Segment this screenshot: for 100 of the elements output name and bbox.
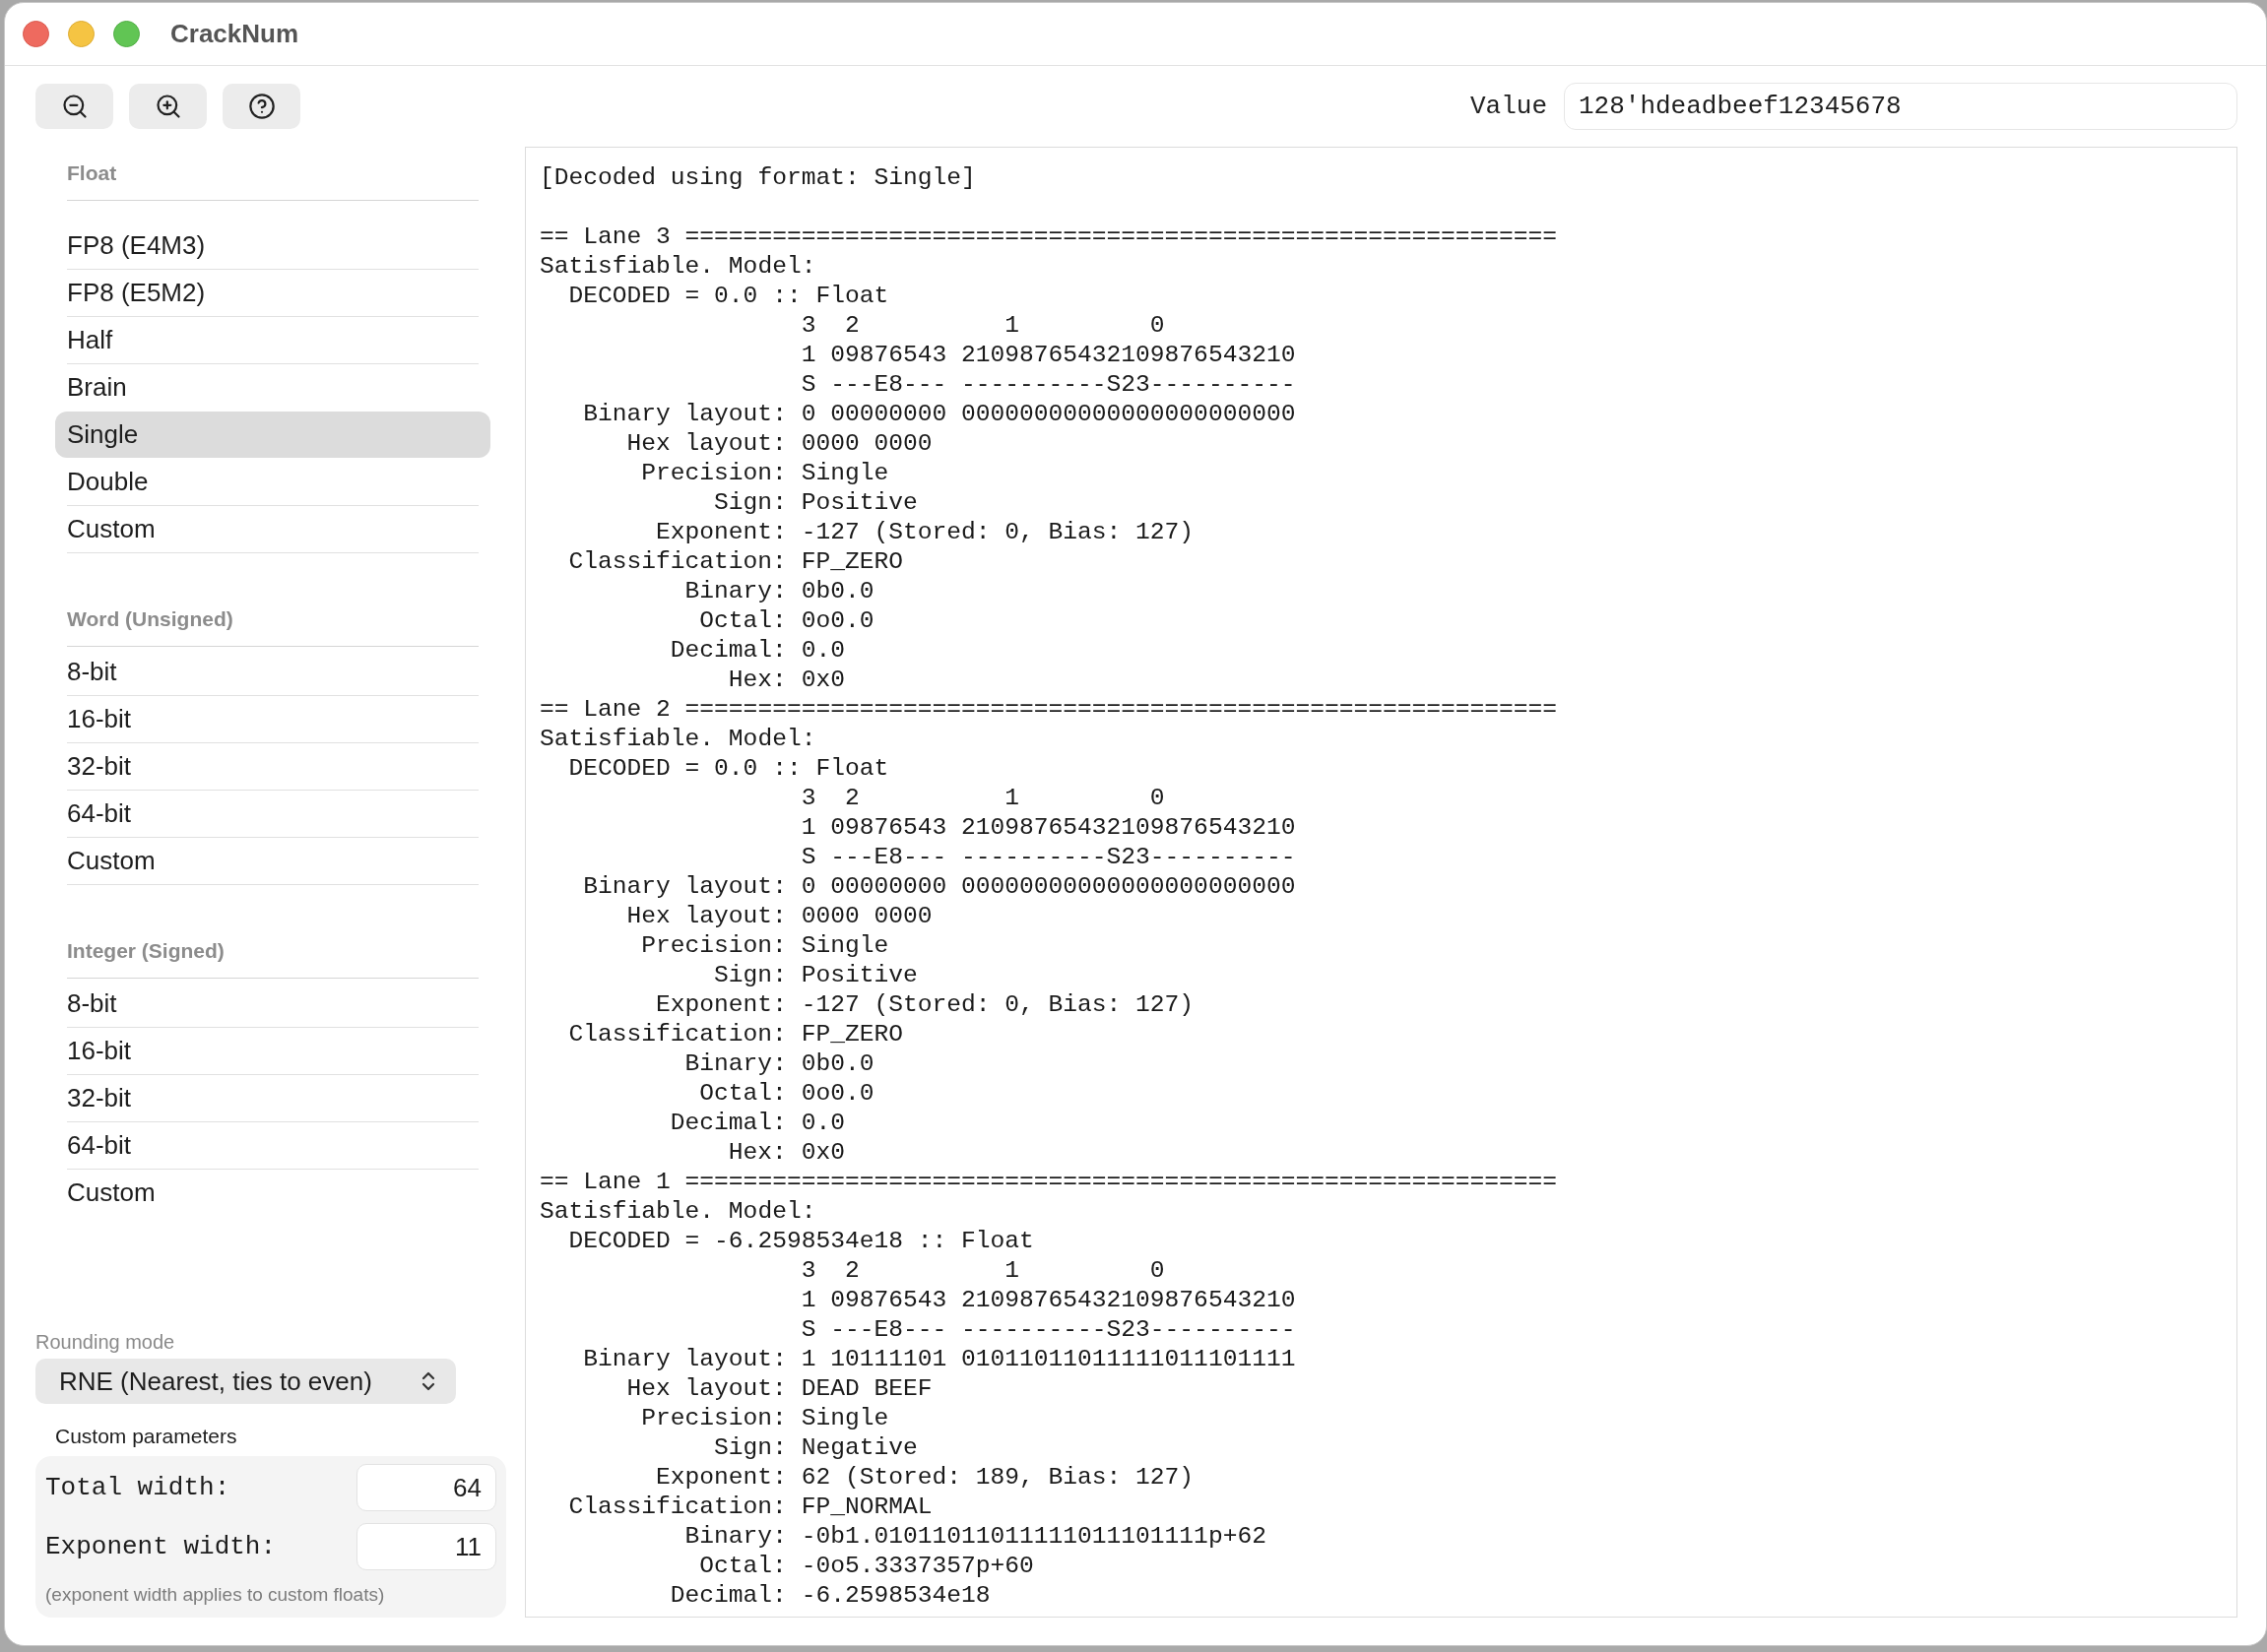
field-label: Binary: [684, 577, 787, 606]
custom-parameters-title: Custom parameters [55, 1424, 237, 1449]
sidebar-item[interactable]: FP8 (E4M3) [55, 222, 490, 269]
field-label: Hex: [728, 666, 787, 695]
field-label: Hex layout: [626, 902, 787, 931]
field-label: Exponent: [656, 518, 787, 547]
field-value: Single [801, 459, 889, 488]
field-label: Classification: [568, 547, 787, 577]
bit-ruler-line: 1 09876543 21098765432109876543210 [801, 1286, 1296, 1315]
param-label: Exponent width: [45, 1530, 277, 1563]
sidebar-item[interactable]: Double [55, 459, 490, 505]
field-label: Binary: [684, 1522, 787, 1552]
zoom-out-button[interactable] [35, 84, 113, 129]
field-label: Exponent: [656, 1463, 787, 1493]
bit-ruler-line: 3 2 1 0 [801, 784, 1165, 813]
close-button[interactable] [23, 21, 49, 47]
field-label: Binary: [684, 1049, 787, 1079]
lane-title: == Lane 2 ============================================================ [540, 695, 1558, 725]
sidebar-item[interactable]: Brain [55, 364, 490, 411]
section-header: Integer (Signed) [67, 938, 225, 964]
field-label: Precision: [641, 459, 787, 488]
field-label: Precision: [641, 931, 787, 961]
sidebar-item[interactable]: Single [55, 412, 490, 458]
field-value: 62 (Stored: 189, Bias: 127) [801, 1463, 1195, 1493]
decoded-line: DECODED = -6.2598534e18 :: Float [568, 1227, 1034, 1256]
sidebar-item[interactable]: 32-bit [55, 743, 490, 790]
field-value: 0.0 [801, 1109, 845, 1138]
bit-ruler-line: 1 09876543 21098765432109876543210 [801, 813, 1296, 843]
sidebar-item[interactable]: 64-bit [55, 1122, 490, 1169]
sidebar-item[interactable]: Custom [55, 838, 490, 884]
field-label: Precision: [641, 1404, 787, 1433]
field-value: 1 10111101 01011011011111011101111 [801, 1345, 1296, 1374]
field-value: 0o0.0 [801, 606, 874, 636]
field-value: DEAD BEEF [801, 1374, 933, 1404]
lane-title: == Lane 1 ============================================================ [540, 1168, 1558, 1197]
zoom-out-icon [60, 93, 89, 120]
field-value: Single [801, 931, 889, 961]
sidebar-item[interactable]: 8-bit [55, 981, 490, 1027]
decoded-line: DECODED = 0.0 :: Float [568, 282, 889, 311]
param-note: (exponent width applies to custom floats) [45, 1583, 385, 1607]
param-field[interactable]: 11 [356, 1523, 496, 1570]
sidebar-item[interactable]: Custom [55, 506, 490, 552]
status-line: Satisfiable. Model: [540, 725, 816, 754]
field-value: 0x0 [801, 666, 845, 695]
field-label: Classification: [568, 1020, 787, 1049]
output-header: [Decoded using format: Single] [540, 163, 976, 193]
sidebar-item[interactable]: 64-bit [55, 791, 490, 837]
field-label: Decimal: [670, 636, 787, 666]
field-value: 0 00000000 00000000000000000000000 [801, 872, 1296, 902]
bit-ruler-line: S ---E8--- ----------S23---------- [801, 1315, 1296, 1345]
status-line: Satisfiable. Model: [540, 1197, 816, 1227]
field-label: Sign: [714, 961, 787, 990]
field-value: FP_ZERO [801, 1020, 903, 1049]
sidebar-item[interactable]: 16-bit [55, 696, 490, 742]
field-value: Positive [801, 488, 918, 518]
sidebar-item[interactable]: 16-bit [55, 1028, 490, 1074]
field-label: Hex layout: [626, 429, 787, 459]
section-header: Word (Unsigned) [67, 606, 233, 632]
rounding-mode-label: Rounding mode [35, 1330, 175, 1355]
sidebar-item[interactable]: Custom [55, 1170, 490, 1216]
field-value: 0o0.0 [801, 1079, 874, 1109]
field-label: Decimal: [670, 1581, 787, 1611]
value-field[interactable]: 128'hdeadbeef12345678 [1564, 83, 2237, 130]
window-title: CrackNum [170, 18, 299, 50]
field-value: Positive [801, 961, 918, 990]
field-label: Octal: [699, 1079, 787, 1109]
sidebar-item[interactable]: Half [55, 317, 490, 363]
field-value: 0000 0000 [801, 902, 933, 931]
field-label: Binary layout: [583, 872, 787, 902]
field-value: Negative [801, 1433, 918, 1463]
field-value: 0.0 [801, 636, 845, 666]
maximize-button[interactable] [113, 21, 140, 47]
sidebar-item[interactable]: 32-bit [55, 1075, 490, 1121]
field-value: FP_NORMAL [801, 1493, 933, 1522]
param-label: Total width: [45, 1471, 230, 1504]
field-value: -0b1.01011011011111011101111p+62 [801, 1522, 1266, 1552]
value-label: Value [1470, 90, 1547, 123]
field-value: 0 00000000 00000000000000000000000 [801, 400, 1296, 429]
field-value: -0o5.3337357p+60 [801, 1552, 1034, 1581]
param-field[interactable]: 64 [356, 1464, 496, 1511]
field-value: -127 (Stored: 0, Bias: 127) [801, 518, 1195, 547]
field-value: -127 (Stored: 0, Bias: 127) [801, 990, 1195, 1020]
sidebar-item[interactable]: FP8 (E5M2) [55, 270, 490, 316]
sidebar-item[interactable]: 8-bit [55, 649, 490, 695]
bit-ruler-line: 3 2 1 0 [801, 1256, 1165, 1286]
field-label: Octal: [699, 606, 787, 636]
field-value: Single [801, 1404, 889, 1433]
help-button[interactable] [223, 84, 300, 129]
bit-ruler-line: S ---E8--- ----------S23---------- [801, 370, 1296, 400]
field-value: 0x0 [801, 1138, 845, 1168]
field-label: Classification: [568, 1493, 787, 1522]
field-label: Exponent: [656, 990, 787, 1020]
field-label: Octal: [699, 1552, 787, 1581]
decoded-line: DECODED = 0.0 :: Float [568, 754, 889, 784]
bit-ruler-line: 3 2 1 0 [801, 311, 1165, 341]
field-label: Binary layout: [583, 400, 787, 429]
zoom-in-button[interactable] [129, 84, 207, 129]
field-value: -6.2598534e18 [801, 1581, 991, 1611]
rounding-mode-dropdown[interactable]: RNE (Nearest, ties to even) [35, 1359, 456, 1404]
zoom-in-icon [154, 93, 182, 120]
